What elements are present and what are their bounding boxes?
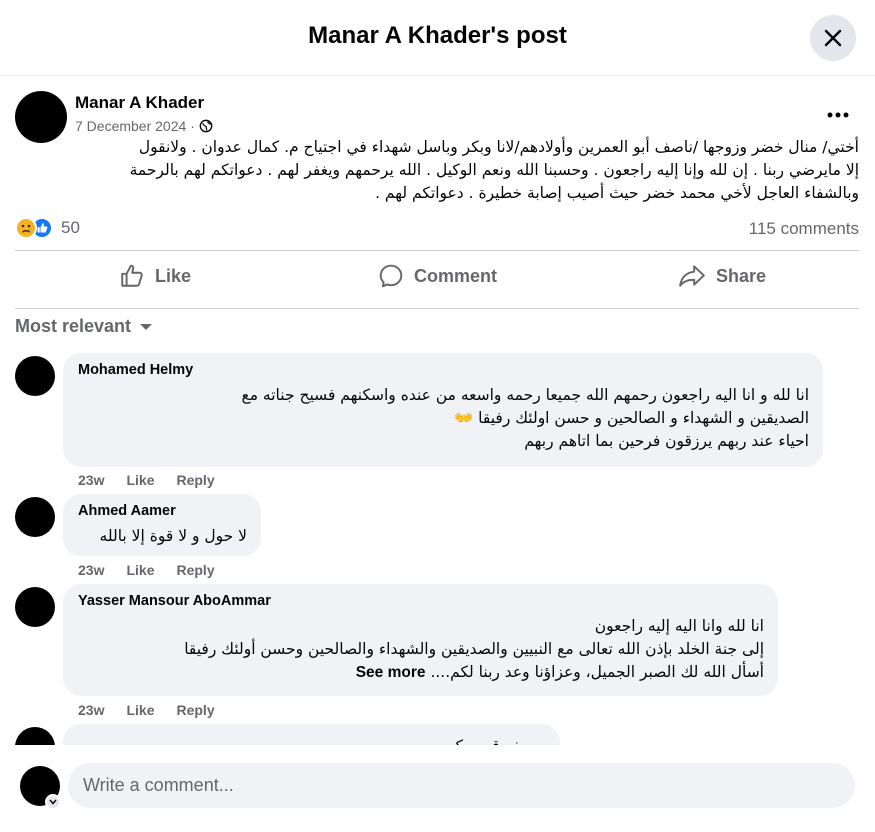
comment-icon: [379, 264, 403, 288]
comment-actions: 23w Like Reply: [78, 702, 215, 718]
comment-composer: [0, 745, 875, 832]
author-name[interactable]: Manar A Khader: [75, 93, 204, 113]
commenter-name[interactable]: Yasser Mansour AboAmmar: [78, 593, 271, 609]
commenter-avatar[interactable]: [15, 727, 55, 745]
comment-bubble: Ahmed Aamer لا حول و لا قوة إلا بالله: [63, 494, 261, 556]
comment-bubble: Mohamed Helmy انا لله و انا اليه راجعون …: [63, 353, 823, 467]
post-meta: 7 December 2024 ·: [75, 118, 213, 134]
commenter-avatar[interactable]: [15, 587, 55, 627]
more-options-icon: [827, 112, 849, 118]
post-scroll-area[interactable]: Manar A Khader 7 December 2024 · أختي/ م…: [0, 77, 875, 745]
comment-actions: 23w Like Reply: [78, 472, 215, 488]
comment-bubble: يوسف قومو كريم: [63, 724, 560, 745]
comment-like-button[interactable]: Like: [126, 472, 154, 488]
sort-comments-dropdown[interactable]: Most relevant: [15, 316, 153, 337]
comments-count[interactable]: 115 comments: [749, 219, 859, 239]
comment-text-line: انا لله وانا اليه إليه راجعون: [594, 617, 764, 635]
commenter-name[interactable]: Ahmed Aamer: [78, 503, 176, 519]
comment-text-segment: أسأل الله لك الصبر الجميل، وعزاؤنا وعد ر…: [430, 663, 764, 681]
post-text-line: إلا مايرضي ربنا . إن لله وإنا إليه راجعو…: [129, 161, 859, 179]
see-more-link[interactable]: See more: [356, 664, 426, 681]
comment-text-line: أسأل الله لك الصبر الجميل، وعزاؤنا وعد ر…: [184, 661, 764, 684]
chevron-down-icon: [49, 799, 57, 805]
sort-label: Most relevant: [15, 316, 132, 336]
comment-like-button[interactable]: Like: [126, 562, 154, 578]
post-text-line: وبالشفاء العاجل لأخي محمد خضر حيث أصيب إ…: [375, 184, 859, 202]
comment-text-line: إلى جنة الخلد بإذن الله تعالى مع النبيين…: [184, 640, 764, 658]
comment-reply-button[interactable]: Reply: [176, 472, 214, 488]
reaction-count: 50: [61, 218, 80, 237]
sad-reaction-icon: [15, 217, 37, 239]
like-icon: [121, 264, 143, 287]
globe-icon: [199, 119, 213, 133]
profile-chevron[interactable]: [45, 794, 61, 810]
post-options-button[interactable]: [818, 99, 858, 131]
commenter-avatar[interactable]: [15, 497, 55, 537]
comment-text-line: انا لله و انا اليه راجعون رحمهم الله جمي…: [241, 386, 809, 404]
like-label: Like: [155, 265, 192, 286]
post-text: أختي/ منال خضر وزوجها /ناصف أبو العمرين …: [16, 136, 859, 205]
share-label: Share: [716, 265, 767, 286]
meta-separator: ·: [190, 118, 195, 134]
comment-like-button[interactable]: Like: [126, 702, 154, 718]
share-icon: [679, 265, 705, 287]
comment-text: لا حول و لا قوة إلا بالله: [100, 525, 247, 548]
commenter-avatar[interactable]: [15, 356, 55, 396]
comment-input[interactable]: [68, 763, 855, 808]
close-button[interactable]: [810, 15, 856, 61]
share-button[interactable]: Share: [678, 260, 766, 292]
comment-bubble: Yasser Mansour AboAmmar انا لله وانا الي…: [63, 584, 778, 696]
comment-text-line: لا حول و لا قوة إلا بالله: [99, 527, 247, 545]
commenter-name[interactable]: Mohamed Helmy: [78, 362, 193, 378]
like-button[interactable]: Like: [119, 260, 191, 292]
comment-text-line: يوسف قومو كريم: [433, 735, 547, 745]
comment-reply-button[interactable]: Reply: [176, 702, 214, 718]
close-icon: [824, 29, 842, 47]
chevron-down-icon: [140, 323, 153, 330]
comment-actions: 23w Like Reply: [78, 562, 215, 578]
comment-time[interactable]: 23w: [78, 702, 104, 718]
comment-time[interactable]: 23w: [78, 562, 104, 578]
comment-time[interactable]: 23w: [78, 472, 104, 488]
comment-text-line: احياء عند ربهم يرزقون فرحين بما اتاهم رب…: [524, 432, 809, 450]
divider: [15, 308, 859, 309]
divider: [15, 250, 859, 251]
post-date[interactable]: 7 December 2024: [75, 118, 186, 134]
profile-switcher[interactable]: [20, 766, 61, 810]
post-text-line: أختي/ منال خضر وزوجها /ناصف أبو العمرين …: [138, 138, 859, 156]
comment-reply-button[interactable]: Reply: [176, 562, 214, 578]
comment-text-line: الصديقين و الشهداء و الصالحين و حسن اولئ…: [453, 409, 809, 427]
comment-text: يوسف قومو كريم: [433, 735, 547, 745]
reactions-summary[interactable]: 50: [15, 217, 80, 239]
comment-text: انا لله و انا اليه راجعون رحمهم الله جمي…: [241, 384, 809, 453]
comment-text: انا لله وانا اليه إليه راجعون إلى جنة ال…: [184, 615, 764, 684]
comment-label: Comment: [414, 265, 498, 286]
comment-button[interactable]: Comment: [378, 260, 497, 292]
modal-title: Manar A Khader's post: [308, 22, 567, 49]
modal-header: Manar A Khader's post: [0, 0, 875, 76]
